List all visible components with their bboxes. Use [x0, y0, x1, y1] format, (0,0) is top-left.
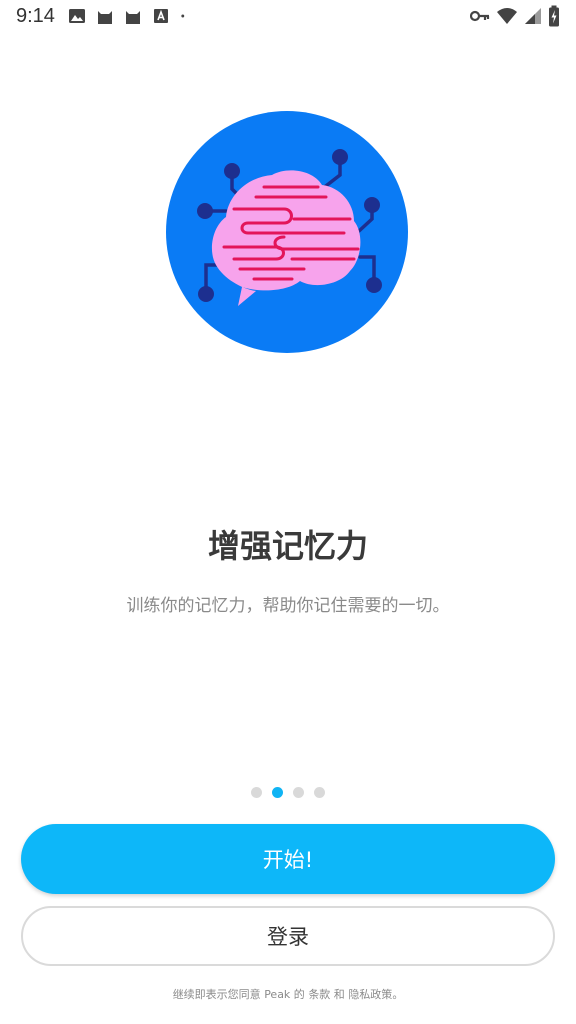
cat-icon [126, 11, 140, 24]
brand-name: Peak [264, 988, 291, 1001]
wifi-icon [497, 8, 517, 24]
system-icons [470, 5, 560, 27]
privacy-policy-link[interactable]: 隐私政策 [348, 988, 392, 1001]
notification-icons [68, 7, 190, 25]
vpn-key-icon [470, 10, 490, 22]
battery-charging-icon [549, 5, 559, 27]
onboarding-screen: 9:14 增强记忆力 训练你的记忆力，帮助你记住需要的一切。 开始! 登录 继续… [0, 0, 576, 1024]
terms-mid: 的 [290, 988, 309, 1001]
terms-link[interactable]: 条款 [308, 988, 330, 1001]
dot-icon [181, 14, 185, 18]
page-dot-active[interactable] [272, 787, 283, 798]
cat-icon [98, 11, 112, 24]
brain-memory-icon [166, 111, 408, 353]
terms-and: 和 [330, 988, 349, 1001]
login-button[interactable]: 登录 [21, 906, 555, 966]
page-indicator [0, 787, 576, 798]
onboarding-headline: 增强记忆力 [207, 527, 368, 565]
page-dot[interactable] [251, 787, 262, 798]
terms-notice: 继续即表示您同意 Peak 的 条款 和 隐私政策。 [0, 986, 576, 1004]
status-bar: 9:14 [0, 0, 576, 32]
terms-prefix: 继续即表示您同意 [172, 988, 265, 1001]
font-icon [154, 9, 168, 23]
page-dot[interactable] [293, 787, 304, 798]
image-icon [69, 9, 85, 23]
start-button[interactable]: 开始! [21, 824, 555, 894]
status-time: 9:14 [16, 5, 55, 27]
signal-icon [525, 8, 541, 24]
terms-suffix: 。 [392, 988, 404, 1001]
page-dot[interactable] [314, 787, 325, 798]
onboarding-description: 训练你的记忆力，帮助你记住需要的一切。 [126, 596, 450, 616]
